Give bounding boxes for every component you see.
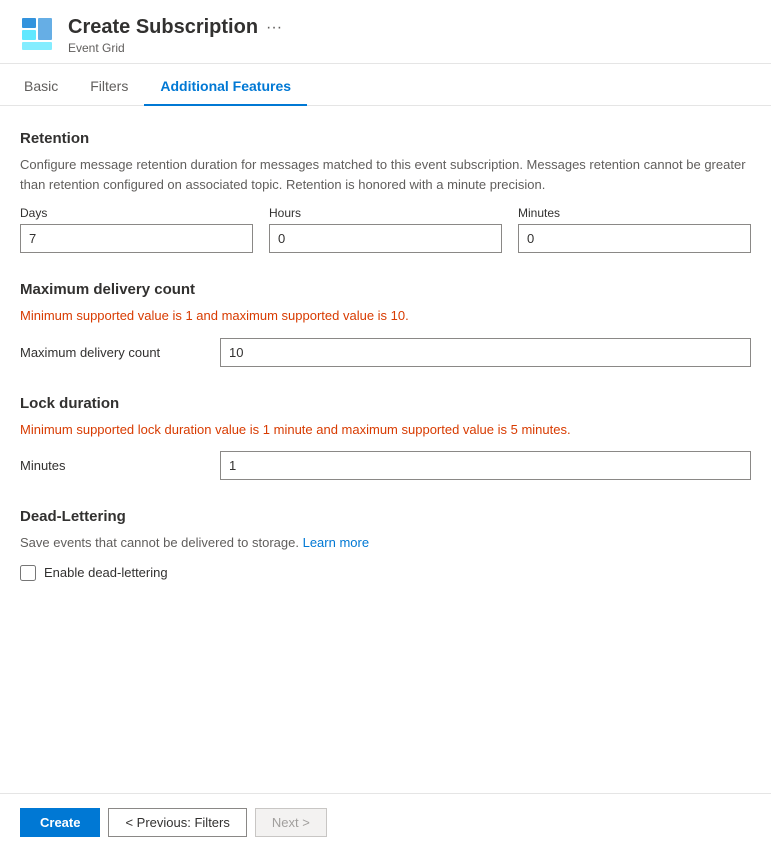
lock-duration-input[interactable] [220, 451, 751, 480]
tab-additional-features[interactable]: Additional Features [144, 68, 307, 106]
enable-dead-lettering-row: Enable dead-lettering [20, 565, 751, 581]
enable-dead-lettering-checkbox[interactable] [20, 565, 36, 581]
tab-basic[interactable]: Basic [20, 68, 74, 106]
delivery-count-field: Maximum delivery count [20, 338, 751, 367]
minutes-input[interactable] [518, 224, 751, 253]
footer-bar: Create < Previous: Filters Next > [0, 793, 771, 851]
tab-bar: Basic Filters Additional Features [0, 68, 771, 106]
hours-label: Hours [269, 206, 502, 220]
dead-lettering-description: Save events that cannot be delivered to … [20, 533, 751, 553]
retention-fields-row: Days Hours Minutes [20, 206, 751, 253]
lock-duration-label: Minutes [20, 458, 220, 473]
previous-button[interactable]: < Previous: Filters [108, 808, 246, 837]
enable-dead-lettering-label[interactable]: Enable dead-lettering [44, 565, 168, 580]
page-title: Create Subscription [68, 16, 258, 39]
delivery-count-title: Maximum delivery count [20, 281, 751, 298]
hours-input[interactable] [269, 224, 502, 253]
more-options-icon[interactable]: ··· [266, 19, 282, 37]
dead-lettering-desc-prefix: Save events that cannot be delivered to … [20, 535, 299, 550]
days-input[interactable] [20, 224, 253, 253]
minutes-label: Minutes [518, 206, 751, 220]
lock-duration-section: Lock duration Minimum supported lock dur… [20, 395, 751, 481]
create-button[interactable]: Create [20, 808, 100, 837]
lock-duration-field: Minutes [20, 451, 751, 480]
event-grid-icon [20, 16, 56, 52]
lock-duration-description: Minimum supported lock duration value is… [20, 420, 751, 440]
hours-field-group: Hours [269, 206, 502, 253]
retention-section: Retention Configure message retention du… [20, 130, 751, 253]
delivery-count-input[interactable] [220, 338, 751, 367]
delivery-count-description: Minimum supported value is 1 and maximum… [20, 306, 751, 326]
retention-title: Retention [20, 130, 751, 147]
page-header: Create Subscription ··· Event Grid [0, 0, 771, 64]
lock-duration-title: Lock duration [20, 395, 751, 412]
delivery-count-label: Maximum delivery count [20, 345, 220, 360]
days-label: Days [20, 206, 253, 220]
next-button: Next > [255, 808, 327, 837]
tab-filters[interactable]: Filters [74, 68, 144, 106]
main-content: Retention Configure message retention du… [0, 106, 771, 633]
minutes-field-group: Minutes [518, 206, 751, 253]
dead-lettering-section: Dead-Lettering Save events that cannot b… [20, 508, 751, 581]
page-subtitle: Event Grid [68, 41, 282, 55]
learn-more-link[interactable]: Learn more [303, 535, 369, 550]
delivery-count-section: Maximum delivery count Minimum supported… [20, 281, 751, 367]
dead-lettering-title: Dead-Lettering [20, 508, 751, 525]
retention-description: Configure message retention duration for… [20, 155, 751, 194]
header-text-group: Create Subscription ··· Event Grid [68, 16, 282, 55]
days-field-group: Days [20, 206, 253, 253]
title-row: Create Subscription ··· [68, 16, 282, 39]
